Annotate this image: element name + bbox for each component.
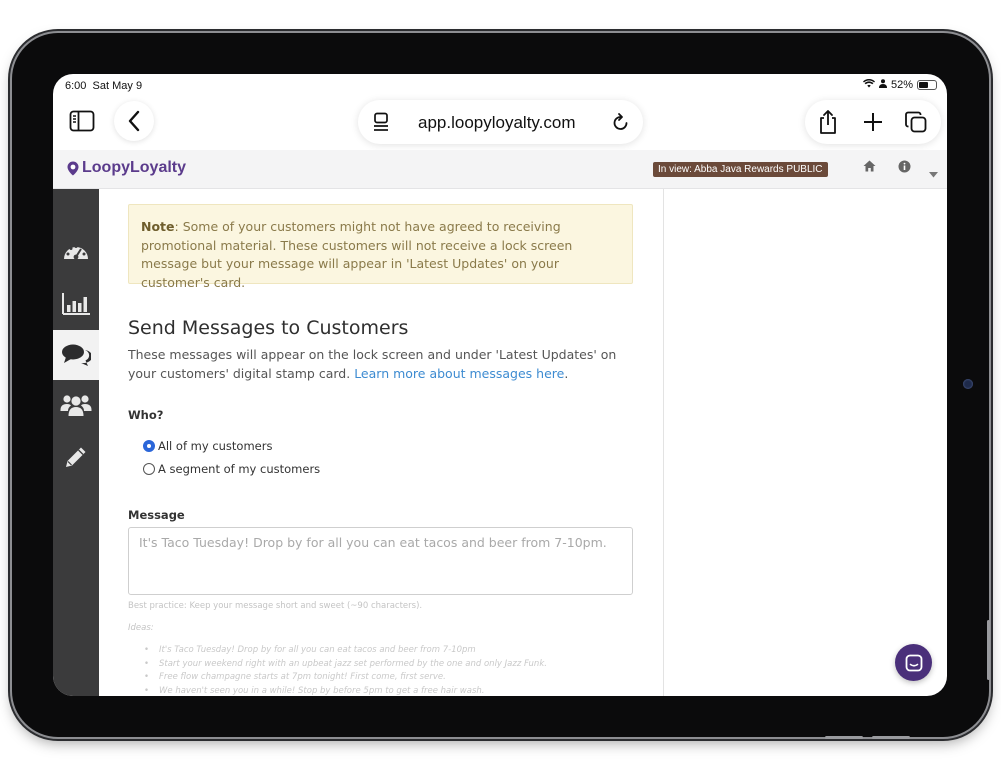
- column-divider: [663, 189, 664, 696]
- tabs-icon: [905, 111, 927, 133]
- radio-all-customers[interactable]: All of my customers: [143, 439, 272, 453]
- message-textarea[interactable]: It's Taco Tuesday! Drop by for all you c…: [128, 527, 633, 595]
- sidebar-item-edit[interactable]: [53, 432, 99, 482]
- messages-form: Note: Some of your customers might not h…: [99, 189, 664, 696]
- info-icon[interactable]: [898, 160, 911, 176]
- person-icon: [878, 79, 887, 91]
- device-button: [872, 736, 910, 739]
- status-bar: 6:00 Sat May 9 52%: [53, 74, 947, 98]
- radio-button-selected[interactable]: [143, 440, 155, 452]
- bar-chart-icon: [62, 293, 90, 315]
- new-tab-button[interactable]: [861, 110, 885, 134]
- device-button: [987, 620, 990, 680]
- chevron-left-icon: [128, 110, 140, 132]
- dashboard-gauge-icon: [64, 245, 88, 260]
- home-icon[interactable]: [863, 160, 876, 175]
- learn-more-link[interactable]: Learn more about messages here: [354, 366, 564, 381]
- best-practice-hint: Best practice: Keep your message short a…: [128, 601, 423, 611]
- list-item: We haven't seen you in a while! Stop by …: [144, 685, 547, 697]
- logo-text: LoopyLoyalty: [82, 159, 187, 176]
- toolbar-actions: [805, 100, 941, 144]
- support-chat-button[interactable]: [895, 644, 932, 681]
- radio-label: A segment of my customers: [158, 462, 321, 476]
- radio-label: All of my customers: [158, 439, 273, 453]
- browser-toolbar: app.loopyloyalty.com: [53, 98, 947, 150]
- screen: 6:00 Sat May 9 52% app.loopyloyalty.com: [53, 74, 947, 696]
- back-button[interactable]: [114, 101, 154, 141]
- battery-percent: 52%: [890, 79, 913, 91]
- plus-icon: [864, 113, 882, 131]
- front-camera: [963, 379, 973, 389]
- sidebar-toggle-button[interactable]: [67, 108, 97, 134]
- note-text: : Some of your customers might not have …: [141, 219, 573, 290]
- logo[interactable]: LoopyLoyalty: [67, 159, 186, 177]
- sidebar-item-customers[interactable]: [53, 380, 99, 430]
- address-bar[interactable]: app.loopyloyalty.com: [358, 100, 643, 144]
- sidebar-nav: [53, 189, 99, 696]
- list-item: Start your weekend right with an upbeat …: [144, 658, 547, 672]
- wifi-icon: [862, 79, 875, 91]
- sidebar-item-dashboard[interactable]: [53, 227, 99, 277]
- ideas-list: It's Taco Tuesday! Drop by for all you c…: [144, 644, 547, 696]
- pencil-icon: [66, 447, 86, 467]
- ideas-label: Ideas:: [128, 623, 154, 633]
- page-menu-icon[interactable]: [371, 111, 391, 133]
- description-period: .: [564, 366, 569, 381]
- chat-bubbles-icon: [62, 344, 91, 366]
- who-label: Who?: [128, 408, 164, 422]
- location-pin-icon: [67, 161, 79, 175]
- sidebar-item-analytics[interactable]: [53, 279, 99, 329]
- message-placeholder: It's Taco Tuesday! Drop by for all you c…: [139, 535, 607, 550]
- users-icon: [60, 395, 92, 416]
- in-view-badge[interactable]: In view: Abba Java Rewards PUBLIC: [653, 162, 828, 177]
- reload-icon[interactable]: [610, 111, 632, 133]
- url-text: app.loopyloyalty.com: [418, 113, 576, 132]
- share-icon: [820, 110, 836, 134]
- note-label: Note: [141, 219, 175, 234]
- battery-icon: [917, 80, 937, 90]
- chevron-down-icon[interactable]: [929, 166, 938, 181]
- radio-segment-customers[interactable]: A segment of my customers: [143, 462, 320, 476]
- page-title: Send Messages to Customers: [128, 317, 409, 339]
- status-right: 52%: [862, 79, 937, 91]
- radio-button[interactable]: [143, 463, 155, 475]
- device-button: [825, 736, 863, 739]
- sidebar-icon: [69, 110, 95, 132]
- promo-note: Note: Some of your customers might not h…: [128, 204, 633, 290]
- status-time: 6:00 Sat May 9: [65, 80, 143, 92]
- chat-icon: [905, 654, 922, 671]
- section-description: These messages will appear on the lock s…: [128, 345, 628, 383]
- app-header: LoopyLoyalty In view: Abba Java Rewards …: [53, 150, 947, 189]
- sidebar-item-messages[interactable]: [53, 330, 99, 380]
- share-button[interactable]: [815, 109, 841, 135]
- list-item: Free flow champagne starts at 7pm tonigh…: [144, 671, 547, 685]
- tabs-overview-button[interactable]: [903, 109, 929, 135]
- message-label: Message: [128, 508, 185, 522]
- list-item: It's Taco Tuesday! Drop by for all you c…: [144, 644, 547, 658]
